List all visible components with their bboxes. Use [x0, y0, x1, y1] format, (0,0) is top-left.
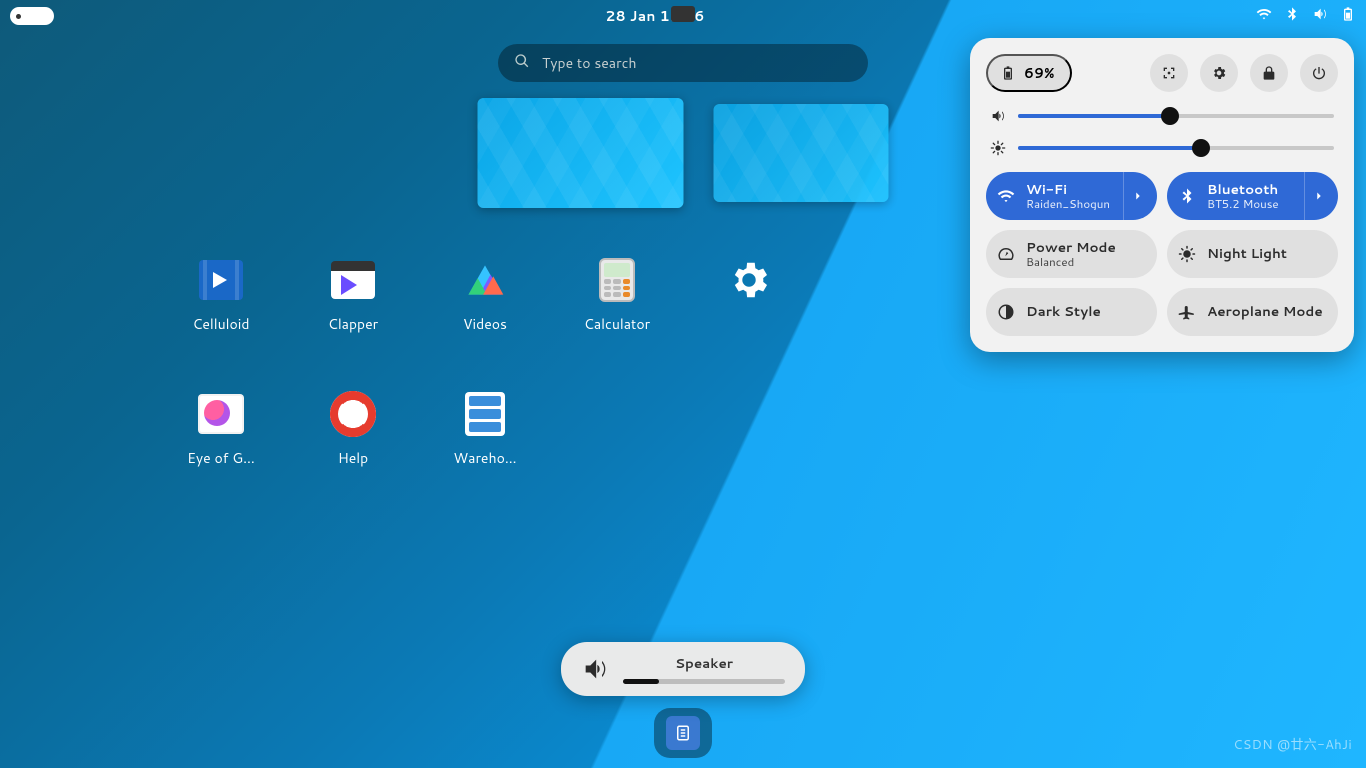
activities-pill[interactable]: [10, 7, 54, 25]
bluetooth-icon: [1177, 186, 1197, 206]
battery-icon: [1340, 5, 1356, 28]
gear-icon: [725, 256, 773, 304]
toggle-power-mode[interactable]: Power ModeBalanced: [986, 230, 1157, 278]
volume-icon: [990, 108, 1006, 124]
app-help[interactable]: Help: [287, 390, 419, 500]
app-label: Eye of G…: [187, 448, 255, 468]
toggle-title: Bluetooth: [1207, 182, 1294, 198]
app-calculator[interactable]: Calculator: [551, 256, 683, 366]
app-clapper[interactable]: Clapper: [287, 256, 419, 366]
volume-icon: [1312, 5, 1328, 28]
wifi-icon: [996, 186, 1016, 206]
clapper-icon: [329, 256, 377, 304]
toggle-title: Wi-Fi: [1026, 182, 1113, 198]
toggle-wifi[interactable]: Wi-FiRaiden_Shogun: [986, 172, 1157, 220]
brightness-icon: [990, 140, 1006, 156]
celluloid-icon: [197, 256, 245, 304]
app-label: Videos: [463, 314, 507, 334]
brightness-slider[interactable]: [1018, 146, 1334, 150]
search-input[interactable]: [542, 53, 852, 73]
battery-percent: 69%: [1024, 63, 1054, 83]
toggle-title: Power Mode: [1026, 240, 1147, 256]
volume-slider-row: [990, 108, 1334, 124]
top-bar: 28 Jan 12:36: [0, 0, 1366, 32]
toggle-dark-style[interactable]: Dark Style: [986, 288, 1157, 336]
screenshot-button[interactable]: [1150, 54, 1188, 92]
videos-icon: [461, 256, 509, 304]
app-eog[interactable]: Eye of G…: [155, 390, 287, 500]
night-light-icon: [1177, 244, 1197, 264]
contrast-icon: [996, 302, 1016, 322]
osd-level-bar: [623, 679, 785, 684]
osd-title: Speaker: [675, 654, 733, 673]
bluetooth-icon: [1284, 5, 1300, 28]
toggle-sub: Raiden_Shogun: [1026, 197, 1113, 210]
power-button[interactable]: [1300, 54, 1338, 92]
volume-slider[interactable]: [1018, 114, 1334, 118]
app-label: Wareho…: [453, 448, 516, 468]
chevron-right-icon[interactable]: [1123, 172, 1151, 220]
dash[interactable]: [654, 708, 712, 758]
app-settings[interactable]: [683, 256, 815, 366]
settings-button[interactable]: [1200, 54, 1238, 92]
status-area[interactable]: [1256, 5, 1356, 28]
wifi-icon: [1256, 5, 1272, 28]
toggle-bluetooth[interactable]: BluetoothBT5.2 Mouse: [1167, 172, 1338, 220]
toggle-title: Night Light: [1207, 246, 1328, 262]
battery-pill[interactable]: 69%: [986, 54, 1072, 92]
workspace-thumb[interactable]: [714, 104, 889, 202]
airplane-icon: [1177, 302, 1197, 322]
speedometer-icon: [996, 244, 1016, 264]
toggle-sub: BT5.2 Mouse: [1207, 197, 1294, 210]
search-icon: [514, 52, 530, 75]
app-videos[interactable]: Videos: [419, 256, 551, 366]
toggle-airplane[interactable]: Aeroplane Mode: [1167, 288, 1338, 336]
toggle-title: Dark Style: [1026, 304, 1147, 320]
watermark: CSDN @廿六-AhJi: [1233, 734, 1352, 754]
lock-button[interactable]: [1250, 54, 1288, 92]
app-label: Help: [338, 448, 368, 468]
help-icon: [329, 390, 377, 438]
speaker-icon: [581, 655, 609, 683]
battery-icon: [1000, 65, 1016, 81]
app-grid: Celluloid Clapper Videos Calculator Eye …: [155, 256, 815, 500]
search-bar[interactable]: [498, 44, 868, 82]
app-label: Clapper: [328, 314, 378, 334]
quick-settings-panel: 69% Wi-FiRaiden_Shogun BluetoothBT5.2 Mo…: [970, 38, 1354, 352]
volume-osd: Speaker: [561, 642, 805, 696]
app-label: Celluloid: [192, 314, 249, 334]
app-label: Calculator: [584, 314, 650, 334]
toggle-night-light[interactable]: Night Light: [1167, 230, 1338, 278]
activities-area[interactable]: [10, 7, 54, 25]
warehouse-icon: [461, 390, 509, 438]
brightness-slider-row: [990, 140, 1334, 156]
toggle-title: Aeroplane Mode: [1207, 304, 1328, 320]
app-warehouse[interactable]: Wareho…: [419, 390, 551, 500]
calculator-icon: [593, 256, 641, 304]
workspace-switcher[interactable]: [478, 98, 889, 208]
image-viewer-icon: [197, 390, 245, 438]
toggle-sub: Balanced: [1026, 255, 1147, 268]
dash-app-icon[interactable]: [666, 716, 700, 750]
chevron-right-icon[interactable]: [1304, 172, 1332, 220]
app-celluloid[interactable]: Celluloid: [155, 256, 287, 366]
workspace-thumb[interactable]: [478, 98, 684, 208]
